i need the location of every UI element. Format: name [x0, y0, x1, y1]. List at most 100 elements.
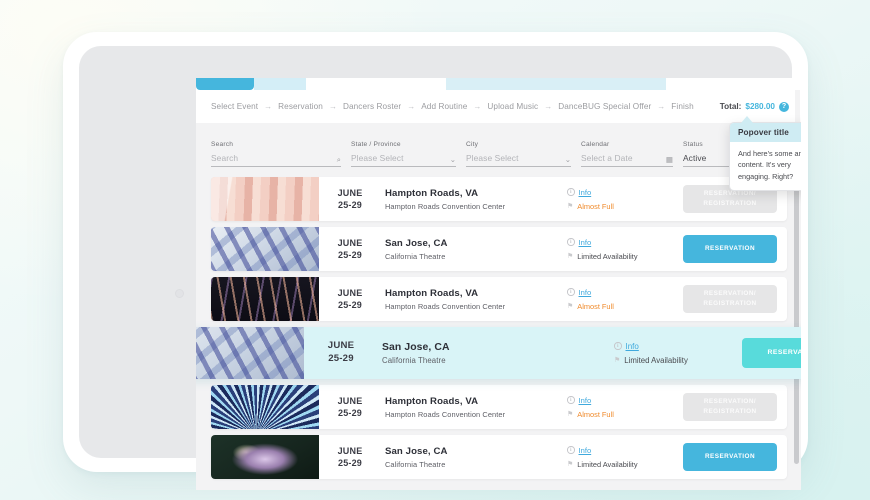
availability-label: Limited Availability	[624, 355, 688, 365]
search-icon[interactable]: ⌕	[337, 155, 341, 164]
event-city: Hampton Roads, VA	[385, 287, 479, 299]
breadcrumb-step-dancers-roster[interactable]: Dancers Roster	[343, 102, 401, 111]
info-icon: i	[567, 188, 575, 196]
breadcrumb-separator-icon: →	[264, 102, 273, 111]
event-venue: California Theatre	[385, 251, 446, 261]
event-row[interactable]: JUNE 25-29 San Jose, CA California Theatre i…	[211, 435, 787, 479]
event-date: JUNE 25-29	[319, 187, 381, 211]
event-thumbnail	[211, 227, 319, 271]
info-link[interactable]: Info	[626, 342, 639, 351]
total-label: Total:	[719, 102, 742, 111]
event-month: JUNE	[337, 237, 363, 248]
bell-icon: ⚑	[567, 252, 574, 260]
event-row-selected[interactable]: JUNE 25-29 San Jose, CA California Theatre i…	[196, 327, 801, 379]
info-line: i Info	[567, 396, 683, 405]
calendar-icon[interactable]: ▦	[666, 155, 673, 164]
app-header: Select Event → Reservation → Dancers Roster →…	[196, 90, 801, 123]
event-location: Hampton Roads, VA Hampton Roads Conventio…	[381, 188, 567, 211]
help-icon[interactable]: ?	[779, 101, 789, 112]
seg-blank[interactable]	[306, 78, 446, 90]
reservation-registration-button: RESERVATION/ REGISTRATION	[683, 393, 777, 421]
availability-line: ⚑ Almost Full	[567, 202, 683, 211]
filter-calendar-input[interactable]: Select a Date ▦	[581, 153, 673, 167]
info-line: i Info	[567, 188, 683, 197]
event-month: JUNE	[337, 395, 363, 406]
filter-search: Search Search ⌕	[211, 141, 341, 167]
event-status: i Info ⚑ Limited Availability	[614, 342, 742, 365]
breadcrumb-step-dancebug-special-offer[interactable]: DanceBUG Special Offer	[558, 102, 651, 111]
info-icon: i	[567, 238, 575, 246]
filter-calendar-value: Select a Date	[581, 153, 633, 163]
event-row[interactable]: JUNE 25-29 Hampton Roads, VA Hampton Roads …	[211, 277, 787, 321]
breadcrumb-step-add-routine[interactable]: Add Routine	[421, 102, 467, 111]
availability-label: Limited Availability	[577, 459, 638, 469]
event-row[interactable]: JUNE 25-29 San Jose, CA California Theatre i…	[211, 227, 787, 271]
event-location: San Jose, CA California Theatre	[378, 342, 614, 365]
event-status: i Info ⚑ Limited Availability	[567, 446, 683, 469]
reservation-registration-button: RESERVATION/ REGISTRATION	[683, 285, 777, 313]
event-thumbnail	[211, 385, 319, 429]
event-date: JUNE 25-29	[319, 445, 381, 469]
event-location: San Jose, CA California Theatre	[381, 446, 567, 469]
event-status: i Info ⚑ Almost Full	[567, 188, 683, 211]
bell-icon: ⚑	[567, 302, 574, 310]
chevron-down-icon[interactable]: ⌄	[450, 155, 456, 164]
breadcrumb-step-select-event[interactable]: Select Event	[211, 102, 258, 111]
breadcrumb-step-finish[interactable]: Finish	[671, 102, 693, 111]
filter-city-label: City	[466, 141, 479, 148]
event-days: 25-29	[337, 200, 363, 210]
event-date: JUNE 25-29	[304, 340, 378, 366]
event-month: JUNE	[327, 340, 355, 352]
breadcrumb-separator-icon: →	[407, 102, 416, 111]
info-icon: i	[567, 446, 575, 454]
filter-city-value: Please Select	[466, 153, 519, 163]
event-city: Hampton Roads, VA	[385, 395, 479, 407]
popover-title: Popover title	[730, 123, 801, 142]
info-link[interactable]: Info	[579, 396, 592, 405]
info-icon: i	[567, 396, 575, 404]
event-city: San Jose, CA	[385, 237, 448, 249]
breadcrumb-step-reservation[interactable]: Reservation	[278, 102, 323, 111]
event-thumbnail	[196, 327, 304, 379]
camera-icon	[175, 289, 184, 298]
event-status: i Info ⚑ Almost Full	[567, 288, 683, 311]
filter-city-input[interactable]: Please Select ⌄	[466, 153, 571, 167]
chevron-down-icon[interactable]: ⌄	[565, 155, 571, 164]
filter-state-value: Please Select	[351, 153, 404, 163]
filter-search-input[interactable]: Search ⌕	[211, 153, 341, 167]
scrollbar-thumb[interactable]	[794, 164, 799, 464]
event-row[interactable]: JUNE 25-29 Hampton Roads, VA Hampton Roads …	[211, 177, 787, 221]
reservation-button[interactable]: RESERVATION	[742, 338, 801, 368]
info-link[interactable]: Info	[579, 288, 592, 297]
availability-line: ⚑ Limited Availability	[567, 460, 683, 469]
event-venue: Hampton Roads Convention Center	[385, 301, 506, 311]
info-link[interactable]: Info	[579, 446, 592, 455]
info-link[interactable]: Info	[579, 188, 592, 197]
seg-active[interactable]	[196, 78, 254, 90]
event-date: JUNE 25-29	[319, 287, 381, 311]
event-location: San Jose, CA California Theatre	[381, 238, 567, 261]
info-line: i Info	[567, 446, 683, 455]
filter-calendar: Calendar Select a Date ▦	[581, 141, 673, 167]
availability-line: ⚑ Almost Full	[567, 410, 683, 419]
event-row[interactable]: JUNE 25-29 Hampton Roads, VA Hampton Roads …	[211, 385, 787, 429]
info-line: i Info	[614, 342, 742, 351]
reservation-button[interactable]: RESERVATION	[683, 443, 777, 471]
total-group: Total: $280.00 ?	[719, 101, 789, 112]
filter-search-label: Search	[211, 141, 234, 148]
event-venue: California Theatre	[385, 459, 446, 469]
popover-body: And here's some amazing content. It's ve…	[738, 149, 801, 181]
progress-tabstrip	[196, 78, 801, 90]
bell-icon: ⚑	[567, 410, 574, 418]
seg-blank2[interactable]	[666, 78, 801, 90]
seg-light2[interactable]	[446, 78, 666, 90]
popover: Popover title And here's some amazing co…	[729, 122, 801, 191]
info-link[interactable]: Info	[579, 238, 592, 247]
breadcrumb-step-upload-music[interactable]: Upload Music	[487, 102, 538, 111]
seg-light[interactable]	[254, 78, 306, 90]
event-location: Hampton Roads, VA Hampton Roads Conventio…	[381, 288, 567, 311]
filter-state-input[interactable]: Please Select ⌄	[351, 153, 456, 167]
reservation-button[interactable]: RESERVATION	[683, 235, 777, 263]
filter-status-value: Active	[683, 153, 707, 163]
availability-label: Limited Availability	[577, 251, 638, 261]
